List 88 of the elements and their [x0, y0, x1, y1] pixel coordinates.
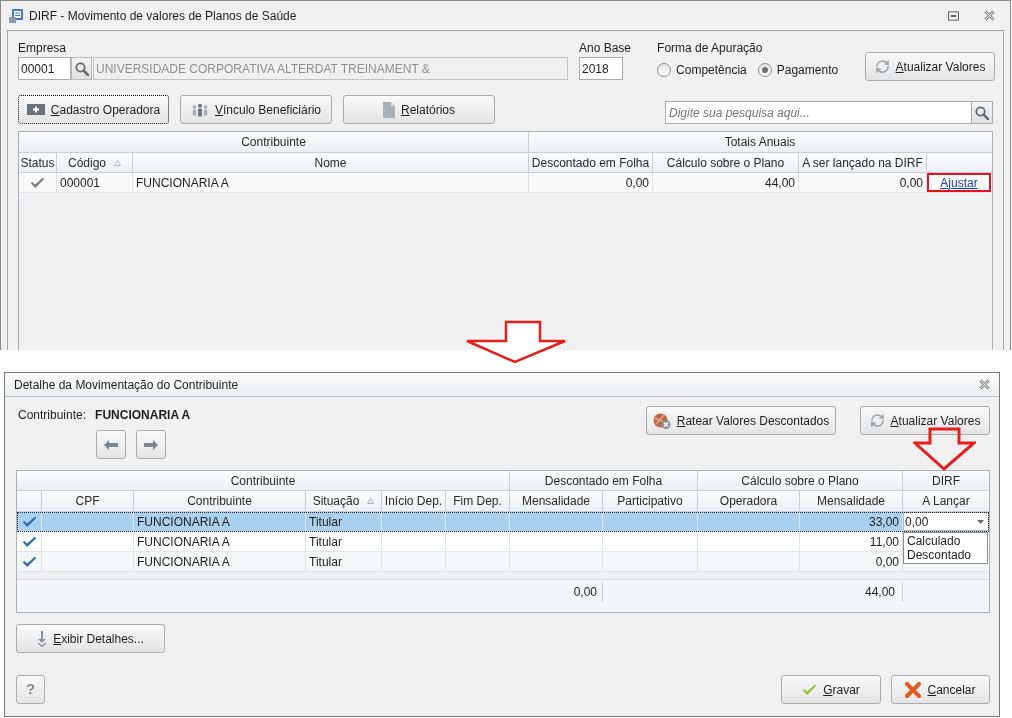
document-icon [383, 101, 395, 118]
dialog-title: Detalhe da Movimentação do Contribuinte [14, 376, 239, 394]
field-label: Empresa [18, 40, 67, 56]
year-field[interactable]: 2018 [579, 57, 623, 80]
toolbar-button[interactable]: Cadastro Operadora [18, 95, 169, 124]
column-header[interactable]: Fim Dep. [446, 491, 510, 511]
column-header[interactable]: Contribuinte [134, 491, 306, 511]
close-icon[interactable] [979, 379, 990, 390]
column-header[interactable]: Nome [133, 153, 529, 172]
caret-icon [976, 519, 984, 524]
column-band-header: DIRF [931, 472, 961, 490]
table-link[interactable]: Ajustar [940, 173, 978, 192]
people-icon [190, 102, 209, 117]
table-cell: 0,00 [529, 173, 653, 192]
sort-icon [367, 498, 375, 504]
table-cell: FUNCIONARIA A [134, 512, 306, 531]
table-cell: 0,00 [799, 173, 927, 192]
refresh-button[interactable]: Atualizar Valores [865, 52, 995, 81]
search-button[interactable] [71, 57, 92, 80]
search-icon [975, 105, 989, 120]
sort-icon [114, 159, 121, 166]
column-header[interactable]: Status [19, 153, 57, 172]
down-arrow-icon [913, 427, 976, 471]
ball-icon [652, 412, 671, 429]
radio-button[interactable]: Pagamento [757, 61, 839, 79]
contributor-name: FUNCIONARIA A [95, 407, 191, 424]
column-band-header: Descontado em Folha [510, 471, 698, 490]
column-band-header: Cálculo sobre o Plano [698, 471, 903, 490]
column-header[interactable]: Código [57, 153, 133, 172]
toolbar-button[interactable]: Vínculo Beneficiário [180, 95, 332, 124]
column-header[interactable]: CPF [42, 491, 134, 511]
field-label: Ano Base [579, 40, 632, 56]
column-header[interactable]: Operadora [698, 491, 800, 511]
table-row[interactable]: 000001 FUNCIONARIA A 0,00 44,00 0,00 Ajustar [19, 173, 992, 193]
previous-button[interactable] [96, 430, 126, 459]
column-header[interactable]: Mensalidade [800, 491, 903, 511]
total-cell: 0,00 [17, 582, 603, 602]
table-cell: FUNCIONARIA A [134, 552, 306, 571]
cancel-button[interactable]: Cancelar [891, 675, 990, 704]
column-header[interactable]: Início Dep. [382, 491, 446, 511]
code-field[interactable]: 00001 [18, 57, 71, 80]
column-header[interactable]: Mensalidade [510, 491, 603, 511]
next-button[interactable] [136, 430, 166, 459]
toolbar-button[interactable]: Atualizar Valores [860, 406, 990, 435]
company-name-field: UNIVERSIDADE CORPORATIVA ALTERDAT TREINAMENT & [93, 57, 568, 80]
column-header[interactable]: Cálculo sobre o Plano [653, 153, 799, 172]
field-label: Contribuinte: [18, 407, 87, 424]
table-cell: 44,00 [653, 173, 799, 192]
table-cell: FUNCIONARIA A [134, 532, 306, 551]
column-band-header: Totais Anuais [723, 134, 797, 151]
search-icon [74, 61, 89, 76]
field-label: Forma de Apuração [657, 40, 763, 56]
plus-icon [26, 104, 45, 115]
search-field[interactable]: Digite sua pesquisa aqui... [665, 101, 972, 124]
radio-button[interactable]: Competência [657, 61, 747, 79]
dropdown-option[interactable]: Calculado [904, 534, 987, 548]
column-header[interactable]: A ser lançado na DIRF [799, 153, 927, 172]
toolbar-button[interactable]: Relatórios [343, 95, 495, 124]
window-title: DIRF - Movimento de valores de Planos de Saúde [29, 7, 297, 25]
restore-icon[interactable] [948, 10, 959, 21]
table-row[interactable]: FUNCIONARIA A Titular 33,00 0,00 [17, 512, 989, 532]
app-icon [8, 7, 24, 24]
toolbar-button[interactable]: Ratear Valores Descontados [646, 406, 836, 435]
total-cell: 44,00 [603, 582, 903, 602]
column-header[interactable]: A Lançar [903, 491, 989, 511]
details-button[interactable]: Exibir Detalhes... [16, 624, 165, 653]
table-cell: FUNCIONARIA A [133, 173, 529, 192]
refresh-icon [869, 413, 885, 428]
right-arrow-icon [144, 439, 158, 450]
cross-icon [905, 681, 922, 698]
left-arrow-icon [104, 439, 118, 450]
table-cell: 000001 [57, 173, 133, 192]
search-button[interactable] [972, 101, 993, 124]
refresh-icon [874, 59, 890, 74]
table-cell: Titular [306, 512, 382, 531]
column-header[interactable]: Situação [306, 491, 382, 511]
down-arrow-icon [37, 630, 48, 647]
save-button[interactable]: Gravar [781, 675, 881, 704]
column-header[interactable]: Participativo [603, 491, 698, 511]
column-band-header: Contribuinte [17, 471, 510, 490]
column-header[interactable]: Descontado em Folha [529, 153, 653, 172]
check-icon [802, 683, 818, 696]
table-cell: Titular [306, 532, 382, 551]
column-band-header: Contribuinte [19, 132, 529, 152]
close-icon[interactable] [984, 10, 995, 21]
dropdown-field[interactable]: 0,00 [903, 512, 989, 531]
table-cell: Titular [306, 552, 382, 571]
down-arrow-icon [464, 320, 568, 365]
